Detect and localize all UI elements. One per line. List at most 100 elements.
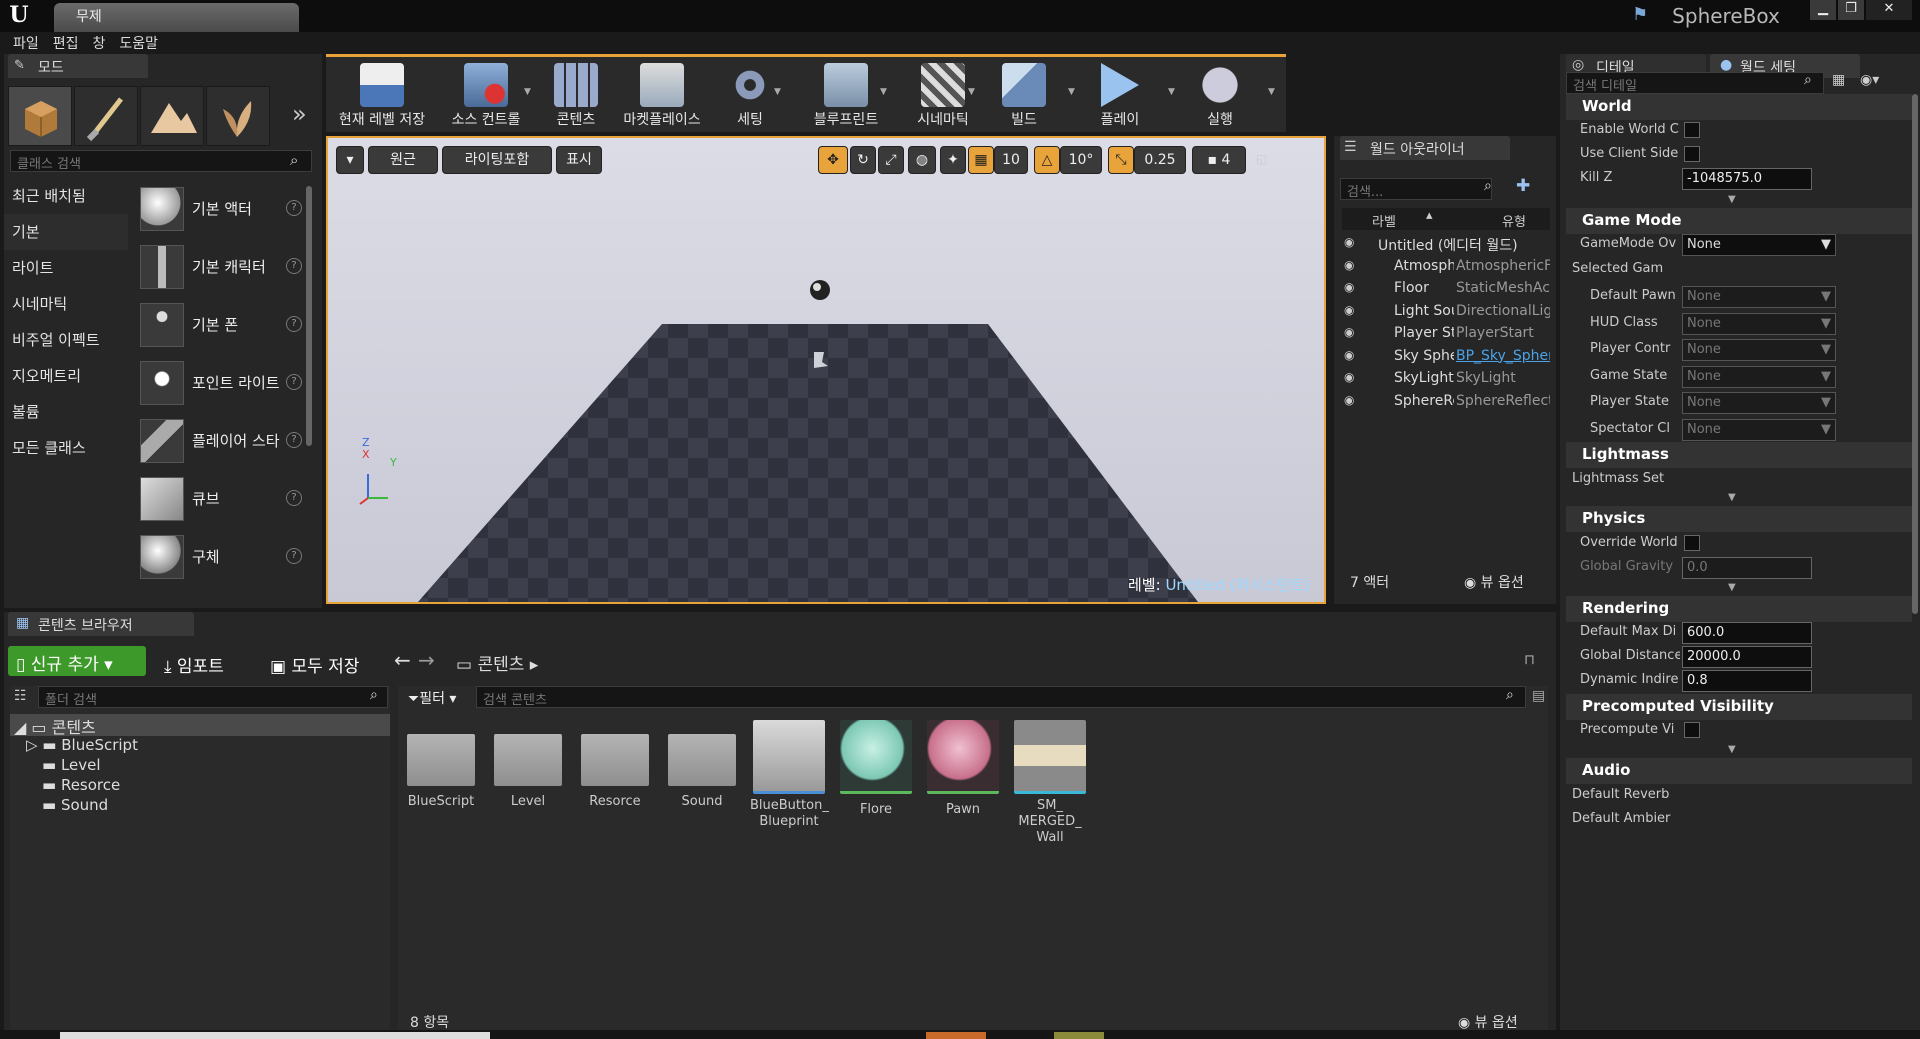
place-item-character[interactable]: 기본 캐릭터 ? [136, 242, 302, 292]
gamemode-row-select[interactable]: None ▼ [1682, 312, 1836, 335]
chevron-down-icon[interactable]: ▼ [524, 87, 531, 97]
menu-window[interactable]: 창 [90, 32, 117, 54]
rotation-snap-icon[interactable]: △ [1034, 146, 1060, 174]
default-max-draw-input[interactable]: 600.0 [1682, 622, 1812, 644]
type-column-header[interactable]: 유형 [1502, 211, 1526, 230]
translate-tool-icon[interactable]: ✥ [818, 146, 848, 174]
maximize-viewport-icon[interactable]: ◱ [1256, 152, 1267, 166]
save-level-button[interactable]: 현재 레벨 저장 [330, 61, 434, 133]
outliner-row[interactable]: ◉ SphereReflectionCaptureSphereReflection… [1342, 391, 1550, 413]
outliner-row[interactable]: ◉ Sky SphereBP_Sky_Sphere [1342, 346, 1550, 368]
tree-item-sound[interactable]: ▬ Sound [42, 796, 108, 814]
place-mode-button[interactable] [8, 86, 72, 146]
outliner-row[interactable]: ◉ Light SourceDirectionalLight [1342, 301, 1550, 323]
rotation-snap-button[interactable]: 10° [1060, 146, 1102, 174]
enable-world-composition-checkbox[interactable] [1684, 122, 1700, 138]
rotate-tool-icon[interactable]: ↻ [850, 146, 876, 174]
save-search-icon[interactable]: ▤ [1532, 688, 1545, 704]
marketplace-button[interactable]: 마켓플레이스 [614, 61, 710, 133]
maximize-button[interactable]: ❐ [1838, 0, 1864, 20]
gamemode-row-select[interactable]: None ▼ [1682, 365, 1836, 388]
use-client-side-checkbox[interactable] [1684, 146, 1700, 162]
category-volumes[interactable]: 볼륨 [4, 394, 128, 430]
viewport-scene[interactable] [328, 138, 1324, 602]
place-item-pawn[interactable]: 기본 폰 ? [136, 300, 302, 350]
asset-folder-sound[interactable]: Sound [663, 722, 741, 832]
show-button[interactable]: 표시 [556, 146, 602, 174]
visibility-eye-icon[interactable]: ◉ [1344, 393, 1354, 407]
import-button[interactable]: ⤓ 임포트 [156, 648, 232, 678]
section-precomputed-visibility[interactable]: Precomputed Visibility [1566, 694, 1912, 720]
gamemode-row-select[interactable]: None ▼ [1682, 418, 1836, 441]
more-modes-icon[interactable]: » [292, 100, 307, 128]
outliner-row[interactable]: ◉ Floor StaticMeshActor [1342, 278, 1550, 300]
kill-z-input[interactable]: -1048575.0 [1682, 168, 1812, 190]
gamemode-row-select[interactable]: None ▼ [1682, 286, 1836, 308]
precompute-visibility-checkbox[interactable] [1684, 722, 1700, 738]
section-world[interactable]: World [1566, 94, 1912, 120]
default-ambient-label[interactable]: Default Ambier [1572, 811, 1672, 826]
place-item-point-light[interactable]: 포인트 라이트 ? [136, 358, 302, 408]
gamemode-row-select[interactable]: None ▼ [1682, 339, 1836, 361]
visibility-eye-icon[interactable]: ◉ [1344, 348, 1354, 362]
override-world-gravity-checkbox[interactable] [1684, 535, 1700, 551]
scale-tool-icon[interactable]: ⤢ [878, 146, 904, 174]
tree-item-level[interactable]: ▬ Level [42, 756, 101, 774]
section-game-mode[interactable]: Game Mode [1566, 208, 1912, 234]
outliner-view-options[interactable]: ◉ 뷰 옵션 [1464, 572, 1524, 592]
tree-item-bluescript[interactable]: ▷ ▬ BlueScript [26, 736, 138, 754]
help-icon[interactable]: ? [286, 548, 302, 564]
menu-file[interactable]: 파일 [10, 32, 50, 54]
outliner-tab[interactable]: 월드 아웃라이너 [1340, 136, 1510, 160]
surface-snap-icon[interactable]: ✦ [940, 146, 966, 174]
visibility-eye-icon[interactable]: ◉ [1344, 258, 1354, 272]
place-item-sphere[interactable]: 구체 ? [136, 532, 302, 582]
grid-size-button[interactable]: 10 [994, 146, 1028, 174]
lock-icon[interactable]: ⊓ [1524, 652, 1535, 668]
visibility-eye-icon[interactable]: ◉ [1344, 235, 1354, 249]
category-recent[interactable]: 최근 배치됨 [4, 178, 128, 214]
build-button[interactable]: 빌드 [992, 61, 1056, 133]
minimize-button[interactable]: ▁ [1810, 0, 1836, 20]
global-gravity-input[interactable]: 0.0 [1682, 557, 1812, 579]
add-new-button[interactable]: ▯ 신규 추가 ▾ [8, 646, 146, 676]
category-cinematic[interactable]: 시네마틱 [4, 286, 128, 322]
path-breadcrumb[interactable]: ▭ 콘텐츠 ▸ [456, 650, 538, 675]
viewport-options-button[interactable]: ▾ [336, 146, 364, 174]
tree-root-item[interactable]: ◢ ▭ 콘텐츠 [14, 714, 96, 738]
place-item-cube[interactable]: 큐브 ? [136, 474, 302, 524]
section-physics[interactable]: Physics [1566, 506, 1912, 532]
category-visual-effects[interactable]: 비주얼 이펙트 [4, 322, 128, 358]
launch-button[interactable]: 실행 [1188, 61, 1252, 133]
expand-arrow-icon[interactable]: ▼ [1728, 744, 1736, 755]
filter-button[interactable]: ⏷필터 ▾ [408, 688, 456, 708]
place-item-player-start[interactable]: 플레이어 스타트 ? [136, 416, 302, 466]
sources-toggle-icon[interactable]: ☷ [14, 688, 27, 704]
expand-arrow-icon[interactable]: ▼ [1728, 582, 1736, 593]
visibility-eye-icon[interactable]: ◉ [1344, 280, 1354, 294]
close-button[interactable]: ✕ [1866, 0, 1912, 20]
foliage-mode-button[interactable] [206, 86, 270, 146]
category-all-classes[interactable]: 모든 클래스 [4, 430, 128, 466]
outliner-row[interactable]: ◉ SkyLight SkyLight [1342, 368, 1550, 390]
camera-speed-button[interactable]: ▪ 4 [1192, 146, 1246, 174]
perspective-button[interactable]: 원근 [368, 146, 438, 174]
chevron-down-icon[interactable]: ▼ [1068, 87, 1075, 97]
lit-mode-button[interactable]: 라이팅포함 [442, 146, 552, 174]
document-tab[interactable]: 무제 [54, 3, 299, 32]
world-space-icon[interactable]: ◍ [908, 146, 936, 174]
content-view-options[interactable]: ◉ 뷰 옵션 [1458, 1012, 1518, 1032]
back-arrow-icon[interactable]: ← [394, 648, 411, 672]
dynamic-indirect-input[interactable]: 0.8 [1682, 670, 1812, 692]
expand-arrow-icon[interactable]: ▼ [1728, 194, 1736, 205]
help-icon[interactable]: ? [286, 316, 302, 332]
visibility-eye-icon[interactable]: ◉ [1344, 325, 1354, 339]
asset-flore[interactable]: Flore [837, 720, 915, 830]
outliner-row-type[interactable]: BP_Sky_Sphere [1456, 348, 1550, 364]
outliner-row[interactable]: ◉ Player StartPlayerStart [1342, 323, 1550, 345]
cinematics-button[interactable]: 시네마틱 [904, 61, 982, 133]
grid-snap-icon[interactable]: ▦ [968, 146, 994, 174]
menu-help[interactable]: 도움말 [116, 32, 169, 54]
chevron-down-icon[interactable]: ▼ [774, 87, 781, 97]
content-search-input[interactable]: 검색 콘텐츠 [476, 686, 1526, 708]
